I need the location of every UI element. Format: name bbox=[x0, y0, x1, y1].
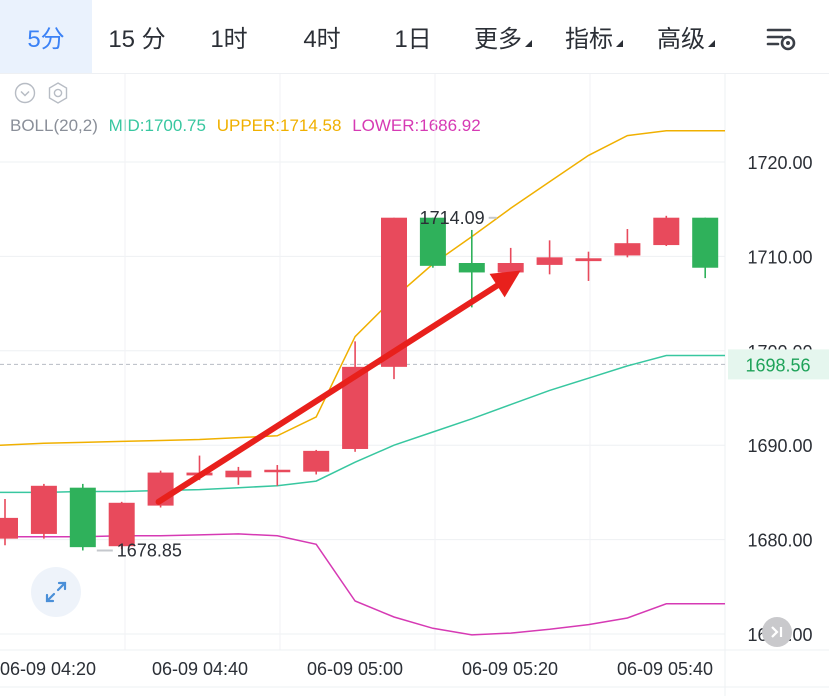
tab-label: 指标 bbox=[565, 26, 613, 53]
time-tick-label: 06-09 05:20 bbox=[462, 659, 558, 679]
bollinger-bands bbox=[0, 130, 725, 636]
tab-label: 1日 bbox=[394, 26, 432, 53]
price-tick-label: 1680.00 bbox=[747, 531, 812, 551]
dropdown-caret-icon bbox=[616, 40, 623, 47]
boll-legend: BOLL(20,2) MID:1700.75 UPPER:1714.58 LOW… bbox=[10, 116, 487, 136]
candle-body bbox=[692, 217, 719, 268]
candle bbox=[381, 217, 407, 380]
candle-body bbox=[30, 485, 57, 534]
candle bbox=[419, 217, 446, 268]
candle bbox=[186, 455, 213, 481]
candle bbox=[147, 470, 174, 508]
time-tick-label: 06-09 04:40 bbox=[152, 659, 248, 679]
tab-label: 高级 bbox=[657, 26, 705, 53]
candle bbox=[342, 341, 369, 452]
boll-upper-line bbox=[0, 130, 725, 446]
grid-lines bbox=[0, 74, 829, 696]
candle-body bbox=[303, 450, 330, 472]
candlestick-chart[interactable]: 1720.001710.001700.001690.001680.001670.… bbox=[0, 0, 829, 696]
candle-body bbox=[458, 263, 485, 273]
boll-mid-value: MID:1700.75 bbox=[108, 116, 206, 135]
price-axis: 1720.001710.001700.001690.001680.001670.… bbox=[747, 153, 812, 645]
tab-label: 5分 bbox=[27, 26, 65, 53]
tab-indicators[interactable]: 指标 bbox=[548, 0, 640, 73]
trend-arrow-shaft bbox=[155, 282, 501, 505]
candle-body bbox=[108, 502, 135, 547]
tab-advanced[interactable]: 高级 bbox=[640, 0, 732, 73]
time-axis: 06-09 04:20 06-09 04:40 06-09 05:00 06-09 0… bbox=[0, 659, 713, 679]
candles bbox=[0, 215, 719, 551]
candle bbox=[30, 483, 57, 539]
tab-1h[interactable]: 1时 bbox=[182, 0, 276, 73]
candle-body bbox=[225, 470, 252, 478]
boll-name: BOLL(20,2) bbox=[10, 116, 98, 135]
boll-lower-value: LOWER:1686.92 bbox=[352, 116, 481, 135]
candle bbox=[264, 465, 291, 486]
high-marker-label: 1714.09 bbox=[420, 208, 485, 228]
boll-mid-line bbox=[0, 354, 725, 494]
expand-chart-button[interactable] bbox=[31, 567, 81, 617]
chart-settings-icon[interactable] bbox=[760, 20, 800, 56]
candle bbox=[225, 466, 252, 485]
chevron-down-circle-icon[interactable] bbox=[14, 82, 36, 104]
candle bbox=[536, 240, 563, 275]
candle bbox=[497, 247, 524, 276]
expand-arrows-icon bbox=[45, 581, 67, 603]
candle bbox=[108, 501, 135, 550]
boll-upper-value: UPPER:1714.58 bbox=[216, 116, 342, 135]
current-price-label: 1698.56 bbox=[745, 355, 810, 375]
dropdown-caret-icon bbox=[708, 40, 715, 47]
boll-lower-line bbox=[0, 533, 725, 636]
hexagon-gear-icon[interactable] bbox=[46, 81, 70, 105]
price-tick-label: 1720.00 bbox=[747, 153, 812, 173]
candle bbox=[575, 251, 602, 281]
candle bbox=[0, 499, 18, 546]
candle-body bbox=[536, 257, 563, 265]
candle-body bbox=[497, 263, 524, 273]
price-tick-label: 1690.00 bbox=[747, 436, 812, 456]
candle-body bbox=[264, 469, 291, 473]
candle-body bbox=[381, 217, 407, 367]
candle bbox=[692, 217, 719, 279]
tab-15m[interactable]: 15 分 bbox=[92, 0, 182, 73]
candle-body bbox=[0, 517, 18, 539]
candle bbox=[653, 215, 680, 247]
time-tick-label: 06-09 05:40 bbox=[617, 659, 713, 679]
candle-body bbox=[342, 366, 369, 449]
time-tick-label: 06-09 04:20 bbox=[0, 659, 96, 679]
tab-4h[interactable]: 4时 bbox=[276, 0, 368, 73]
low-marker-label: 1678.85 bbox=[117, 540, 182, 560]
scroll-end-icon bbox=[771, 626, 783, 638]
time-tick-label: 06-09 05:00 bbox=[307, 659, 403, 679]
tab-label: 15 分 bbox=[108, 26, 166, 53]
tab-more[interactable]: 更多 bbox=[458, 0, 548, 73]
tab-5m[interactable]: 5分 bbox=[0, 0, 92, 73]
markers: 1698.56 1714.09 1678.85 bbox=[96, 208, 829, 560]
timeframe-toolbar: 5分 15 分 1时 4时 1日 更多 指标 高级 bbox=[0, 0, 829, 74]
candle bbox=[614, 229, 641, 258]
candle bbox=[458, 229, 485, 308]
tab-1d[interactable]: 1日 bbox=[368, 0, 458, 73]
candle-body bbox=[653, 217, 680, 246]
candle bbox=[69, 483, 96, 551]
trend-arrow-head bbox=[489, 270, 521, 298]
candle-body bbox=[419, 217, 446, 266]
tab-label: 更多 bbox=[474, 26, 522, 53]
tab-label: 4时 bbox=[303, 26, 341, 53]
tab-label: 1时 bbox=[210, 26, 248, 53]
dropdown-caret-icon bbox=[525, 40, 532, 47]
candle-body bbox=[614, 243, 641, 256]
scroll-end-button[interactable] bbox=[762, 617, 792, 647]
candle-body bbox=[147, 472, 174, 506]
candle-body bbox=[186, 472, 213, 476]
candle-body bbox=[69, 487, 96, 548]
candle-body bbox=[575, 258, 602, 262]
price-tick-label: 1700.00 bbox=[747, 342, 812, 362]
candle bbox=[303, 449, 330, 475]
current-price-tag bbox=[728, 349, 829, 380]
price-tick-label: 1710.00 bbox=[747, 247, 812, 267]
